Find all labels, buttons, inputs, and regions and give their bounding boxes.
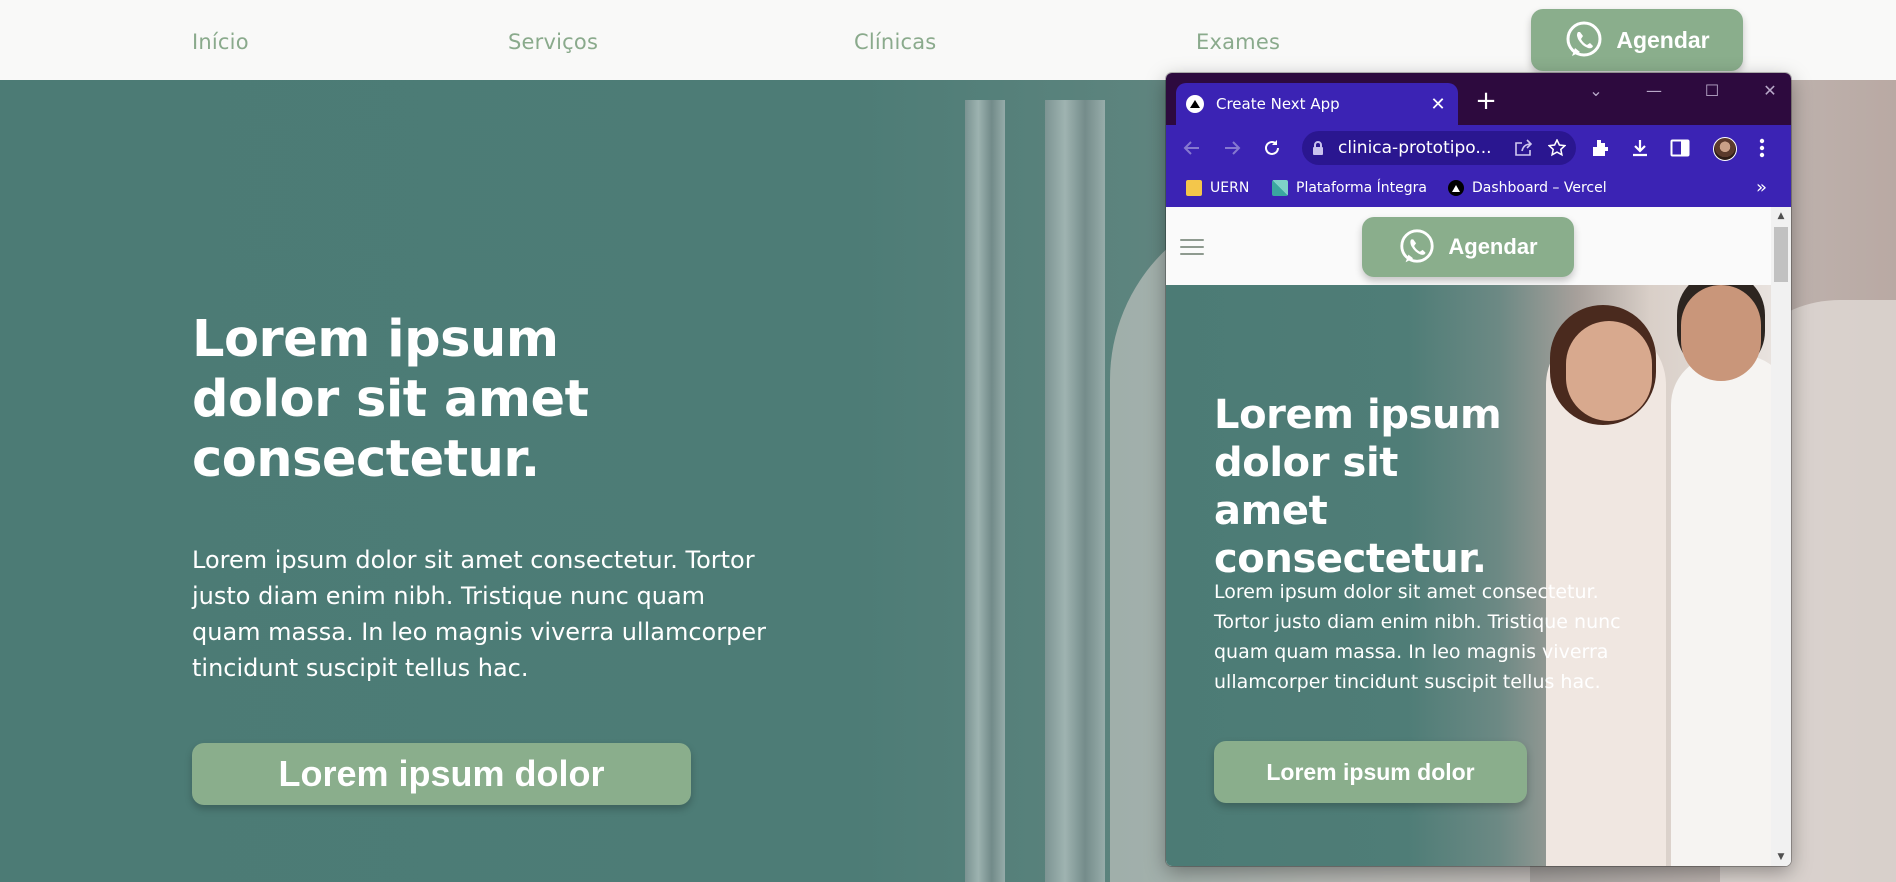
bookmark-label: UERN bbox=[1210, 180, 1250, 196]
bookmark-uern[interactable]: UERN bbox=[1186, 180, 1249, 196]
address-url: clinica-prototipo... bbox=[1338, 138, 1492, 158]
hamburger-icon[interactable] bbox=[1180, 239, 1204, 255]
whatsapp-icon bbox=[1400, 229, 1434, 263]
scrollbar[interactable]: ▲ ▼ bbox=[1771, 207, 1791, 866]
menu-dots-icon[interactable] bbox=[1750, 136, 1774, 160]
scrollbar-thumb[interactable] bbox=[1774, 227, 1788, 282]
close-window-icon[interactable]: ✕ bbox=[1760, 81, 1780, 100]
whatsapp-icon bbox=[1566, 21, 1602, 57]
mobile-hero-description: Lorem ipsum dolor sit amet consectetur. … bbox=[1214, 581, 1621, 693]
tab-search-icon[interactable]: ⌄ bbox=[1586, 81, 1606, 100]
nav-link-servicos[interactable]: Serviços bbox=[508, 30, 598, 54]
address-bar[interactable]: clinica-prototipo... bbox=[1302, 131, 1576, 165]
mobile-hero-cta-button[interactable]: Lorem ipsum dolor bbox=[1214, 741, 1527, 803]
bookmark-plataforma-integra[interactable]: Plataforma Íntegra bbox=[1272, 180, 1427, 196]
hero-background-door bbox=[1045, 100, 1105, 882]
mobile-hero-title: Lorem ipsum dolor sit amet consectetur. bbox=[1214, 392, 1502, 582]
back-arrow-icon[interactable] bbox=[1180, 136, 1204, 160]
hero-title: Lorem ipsum dolor sit amet consectetur. bbox=[192, 310, 589, 489]
vercel-icon bbox=[1448, 180, 1464, 196]
mobile-header: Agendar bbox=[1166, 207, 1771, 285]
forward-arrow-icon[interactable] bbox=[1220, 136, 1244, 160]
tab-close-icon[interactable]: ✕ bbox=[1428, 94, 1448, 115]
browser-tab[interactable]: Create Next App ✕ bbox=[1176, 83, 1458, 125]
bookmarks-bar: UERN Plataforma Íntegra Dashboard – Verc… bbox=[1166, 171, 1791, 207]
extensions-icon[interactable] bbox=[1588, 136, 1612, 160]
browser-toolbar: clinica-prototipo... bbox=[1166, 125, 1791, 171]
hero-background-photo bbox=[965, 100, 1005, 882]
browser-viewport: Agendar Lorem ipsum dolor sit amet conse… bbox=[1166, 207, 1791, 866]
nav-link-clinicas[interactable]: Clínicas bbox=[854, 30, 936, 54]
site-header: Início Serviços Clínicas Exames Agendar bbox=[0, 0, 1896, 80]
agendar-button[interactable]: Agendar bbox=[1531, 9, 1743, 71]
tab-strip: Create Next App ✕ + ⌄ — ☐ ✕ bbox=[1166, 73, 1791, 125]
browser-window: Create Next App ✕ + ⌄ — ☐ ✕ clinica-prot… bbox=[1166, 73, 1791, 866]
minimize-icon[interactable]: — bbox=[1644, 81, 1664, 100]
download-icon[interactable] bbox=[1628, 136, 1652, 160]
nav-link-exames[interactable]: Exames bbox=[1196, 30, 1280, 54]
tab-title: Create Next App bbox=[1216, 95, 1340, 113]
next-logo-icon bbox=[1186, 95, 1204, 113]
doctor-photo-man-head bbox=[1681, 285, 1761, 381]
bookmark-label: Plataforma Íntegra bbox=[1296, 180, 1427, 196]
lock-icon bbox=[1312, 141, 1328, 155]
mobile-agendar-button[interactable]: Agendar bbox=[1362, 217, 1574, 277]
star-icon[interactable] bbox=[1548, 139, 1566, 157]
folder-icon bbox=[1186, 180, 1202, 196]
maximize-icon[interactable]: ☐ bbox=[1702, 81, 1722, 100]
new-tab-button[interactable]: + bbox=[1472, 87, 1500, 115]
bookmark-label: Dashboard – Vercel bbox=[1472, 180, 1607, 196]
nav-link-inicio[interactable]: Início bbox=[192, 30, 249, 54]
side-panel-icon[interactable] bbox=[1668, 136, 1692, 160]
mobile-agendar-label: Agendar bbox=[1448, 234, 1538, 259]
share-icon[interactable] bbox=[1514, 139, 1534, 157]
scroll-down-icon[interactable]: ▼ bbox=[1771, 852, 1791, 862]
doctor-photo-woman-head bbox=[1566, 321, 1652, 421]
doctor-photo-man bbox=[1671, 355, 1771, 866]
profile-avatar[interactable] bbox=[1713, 137, 1737, 161]
bookmark-dashboard-vercel[interactable]: Dashboard – Vercel bbox=[1448, 180, 1607, 196]
agendar-label: Agendar bbox=[1616, 26, 1710, 53]
reload-icon[interactable] bbox=[1260, 136, 1284, 160]
hero-description: Lorem ipsum dolor sit amet consectetur. … bbox=[192, 546, 766, 682]
bookmarks-more-button[interactable]: » bbox=[1756, 177, 1767, 198]
hero-cta-button[interactable]: Lorem ipsum dolor bbox=[192, 743, 691, 805]
integra-icon bbox=[1272, 180, 1288, 196]
scroll-up-icon[interactable]: ▲ bbox=[1771, 211, 1791, 221]
mobile-hero-section: Lorem ipsum dolor sit amet consectetur. … bbox=[1166, 285, 1771, 866]
